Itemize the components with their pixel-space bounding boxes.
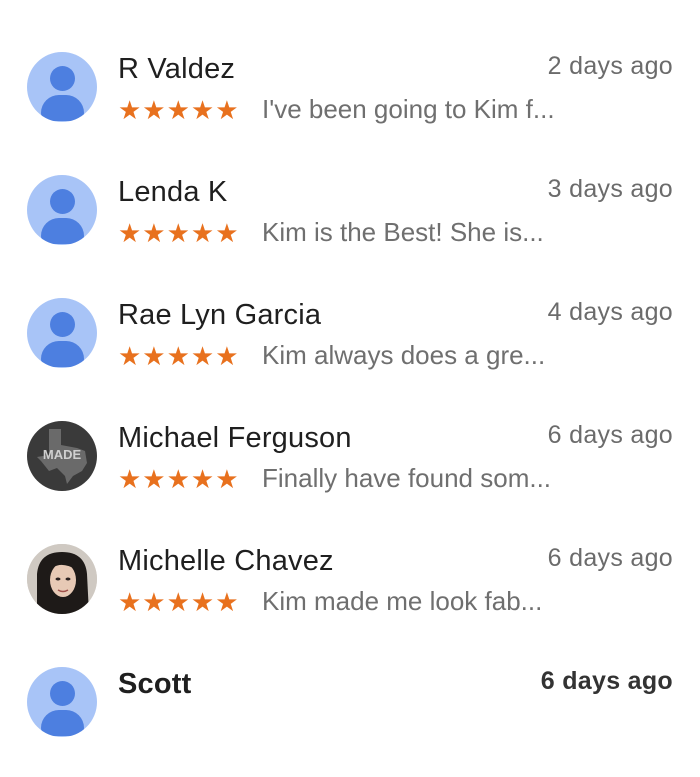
avatar-text: MADE — [43, 447, 82, 462]
review-item[interactable]: Rae Lyn Garcia 4 days ago ★★★★★ Kim alwa… — [0, 298, 700, 408]
star-rating-icon: ★★★★★ — [118, 341, 240, 371]
avatar-body — [41, 95, 84, 121]
review-item[interactable]: R Valdez 2 days ago ★★★★★ I've been goin… — [0, 52, 700, 162]
star-rating-icon: ★★★★★ — [118, 218, 240, 248]
avatar-head — [50, 681, 75, 706]
default-person-icon[interactable] — [27, 667, 97, 737]
profile-photo-icon — [27, 544, 97, 614]
reviewer-name[interactable]: Lenda K — [118, 176, 227, 209]
default-person-icon[interactable] — [27, 175, 97, 245]
review-snippet[interactable]: Kim always does a gre... — [262, 340, 545, 371]
avatar-body — [41, 218, 84, 244]
profile-photo-avatar[interactable] — [27, 544, 97, 614]
review-snippet[interactable]: Finally have found som... — [262, 463, 551, 494]
review-item[interactable]: Michelle Chavez 6 days ago ★★★★★ Kim mad… — [0, 544, 700, 654]
avatar-head — [50, 66, 75, 91]
review-list: R Valdez 2 days ago ★★★★★ I've been goin… — [0, 0, 700, 737]
reviewer-name[interactable]: Michelle Chavez — [118, 545, 334, 578]
review-snippet[interactable]: I've been going to Kim f... — [262, 94, 555, 125]
review-item[interactable]: Lenda K 3 days ago ★★★★★ Kim is the Best… — [0, 175, 700, 285]
default-person-icon[interactable] — [27, 52, 97, 122]
review-date: 4 days ago — [547, 298, 673, 326]
avatar-head — [50, 312, 75, 337]
avatar-body — [41, 710, 84, 736]
review-date: 2 days ago — [547, 52, 673, 80]
star-rating-icon: ★★★★★ — [118, 95, 240, 125]
star-rating-icon: ★★★★★ — [118, 587, 240, 617]
texas-map-icon: MADE — [37, 429, 87, 484]
review-date: 6 days ago — [547, 421, 673, 449]
review-item[interactable]: Scott 6 days ago — [0, 667, 700, 777]
reviewer-name[interactable]: R Valdez — [118, 53, 235, 86]
texas-made-logo-icon[interactable]: MADE — [27, 421, 97, 491]
star-rating-icon: ★★★★★ — [118, 464, 240, 494]
review-snippet[interactable]: Kim made me look fab... — [262, 586, 542, 617]
review-date: 3 days ago — [547, 175, 673, 203]
review-item[interactable]: MADE Michael Ferguson 6 days ago ★★★★★ F… — [0, 421, 700, 531]
avatar-body — [41, 341, 84, 367]
review-date: 6 days ago — [540, 667, 673, 695]
default-person-icon[interactable] — [27, 298, 97, 368]
avatar-head — [50, 189, 75, 214]
review-date: 6 days ago — [547, 544, 673, 572]
reviewer-name[interactable]: Scott — [118, 668, 192, 701]
reviewer-name[interactable]: Michael Ferguson — [118, 422, 352, 455]
reviewer-name[interactable]: Rae Lyn Garcia — [118, 299, 321, 332]
review-snippet[interactable]: Kim is the Best! She is... — [262, 217, 544, 248]
